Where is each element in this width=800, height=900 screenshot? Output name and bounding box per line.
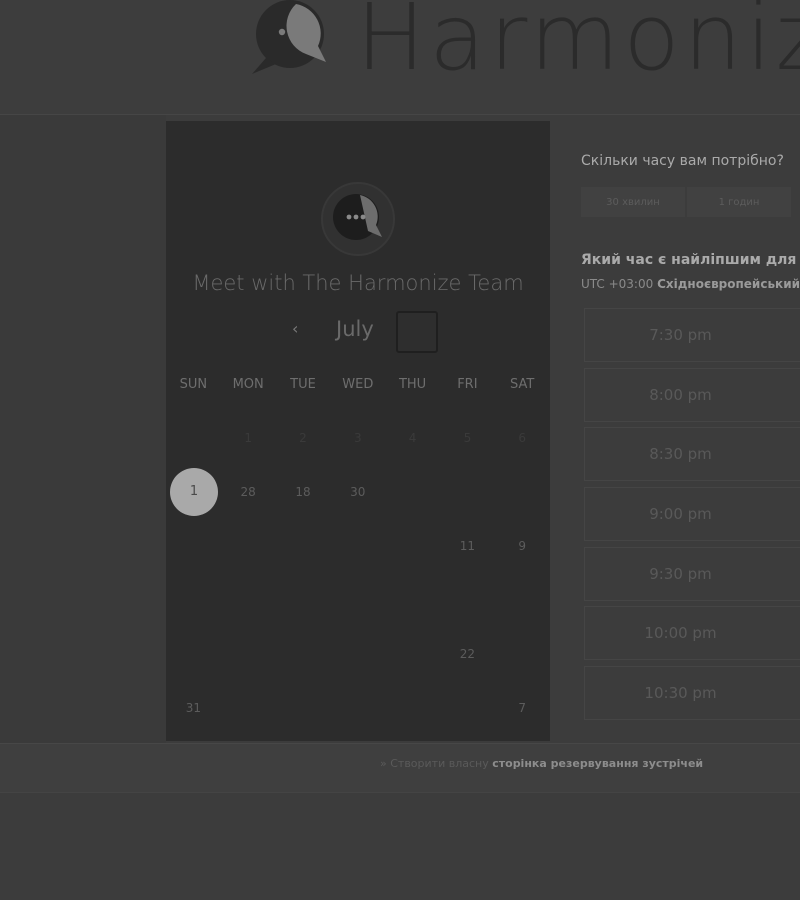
month-label: July [336, 317, 374, 341]
calendar-day[interactable] [166, 411, 221, 465]
double-chevron-icon: » [380, 757, 387, 770]
calendar-day[interactable] [276, 681, 331, 735]
calendar-day[interactable]: 31 [166, 681, 221, 735]
calendar-day[interactable] [221, 519, 276, 573]
calendar-week: 22 [166, 627, 550, 681]
calendar-day[interactable]: 6 [495, 411, 550, 465]
time-slot[interactable]: 9:00 pm [584, 487, 800, 542]
weekday-sun: SUN [179, 377, 208, 392]
calendar-week: 11 9 [166, 519, 550, 573]
calendar-grid: 1 2 3 4 5 6 1 28 18 30 11 9 22 31 7 [166, 411, 550, 735]
calendar-day[interactable] [330, 573, 385, 627]
calendar-day[interactable] [166, 627, 221, 681]
calendar-day[interactable] [166, 519, 221, 573]
calendar-day[interactable] [495, 627, 550, 681]
footer-link-text: сторінка резервування зустрічей [492, 757, 704, 770]
calendar-day-selected[interactable]: 1 [166, 465, 221, 519]
calendar-day[interactable]: 1 [221, 411, 276, 465]
duration-option-1h[interactable]: 1 годин [687, 187, 791, 217]
calendar-day[interactable]: 7 [495, 681, 550, 735]
calendar-day[interactable] [385, 573, 440, 627]
team-avatar-icon [320, 181, 396, 257]
calendar-day[interactable]: 28 [221, 465, 276, 519]
calendar-week: 31 7 [166, 681, 550, 735]
calendar-day[interactable] [276, 627, 331, 681]
weekday-sat: SAT [510, 377, 535, 392]
calendar-day[interactable] [385, 519, 440, 573]
selected-day-marker: 1 [170, 468, 218, 516]
footer-prefix: Створити власну [390, 757, 489, 770]
brand-wordmark: Harmoniz [356, 0, 800, 91]
calendar-day[interactable] [166, 573, 221, 627]
time-question: Який час є найліпшим для ва [581, 252, 800, 268]
timezone-offset: UTC +03:00 [581, 277, 654, 291]
calendar-day[interactable] [495, 465, 550, 519]
calendar-day[interactable] [440, 681, 495, 735]
meeting-title: Meet with The Harmonize Team [192, 271, 524, 295]
calendar-day[interactable] [221, 681, 276, 735]
weekday-thu: THU [398, 377, 427, 392]
left-margin [0, 115, 166, 743]
harmonize-chat-bubble-icon [246, 0, 334, 82]
previous-month-button[interactable]: ‹ [292, 319, 298, 338]
weekday-fri: FRI [457, 377, 478, 392]
calendar-day[interactable] [330, 627, 385, 681]
calendar-day[interactable] [440, 573, 495, 627]
calendar-week: 1 28 18 30 [166, 465, 550, 519]
time-slot[interactable]: 8:00 pm [584, 367, 800, 422]
weekday-wed: WED [342, 377, 374, 392]
calendar-day[interactable] [221, 573, 276, 627]
time-slot[interactable]: 10:00 pm [584, 606, 800, 661]
calendar-day[interactable]: 3 [330, 411, 385, 465]
calendar-day[interactable] [330, 681, 385, 735]
calendar-day[interactable]: 18 [276, 465, 331, 519]
time-slot[interactable]: 7:30 pm [584, 308, 800, 362]
calendar-day[interactable] [385, 465, 440, 519]
weekday-tue: TUE [290, 377, 316, 392]
calendar-panel: Meet with The Harmonize Team ‹ July SUN … [166, 121, 550, 741]
weekday-header: SUN MON TUE WED THU FRI SAT [166, 377, 550, 392]
calendar-day[interactable] [440, 465, 495, 519]
calendar-day[interactable]: 9 [495, 519, 550, 573]
schedule-panel: Скільки часу вам потрібно? 30 хвилин 1 г… [570, 140, 800, 740]
brand-logo[interactable]: Harmoniz [246, 0, 800, 84]
calendar-week [166, 573, 550, 627]
calendar-day[interactable]: 4 [385, 411, 440, 465]
calendar-day[interactable] [330, 519, 385, 573]
calendar-day[interactable]: 2 [276, 411, 331, 465]
time-slot[interactable]: 9:30 pm [584, 546, 800, 601]
calendar-day[interactable]: 5 [440, 411, 495, 465]
timezone-name: Східноєвропейський [657, 277, 800, 291]
calendar-week: 1 2 3 4 5 6 [166, 411, 550, 465]
site-header: Harmoniz [0, 0, 800, 114]
calendar-day[interactable] [385, 681, 440, 735]
timezone-selector[interactable]: UTC +03:00 Східноєвропейський [581, 277, 800, 291]
calendar-day[interactable] [385, 627, 440, 681]
duration-options: 30 хвилин 1 годин [581, 187, 793, 217]
time-slot[interactable]: 10:30 pm [584, 666, 800, 721]
time-slot[interactable]: 8:30 pm [584, 427, 800, 482]
calendar-day[interactable] [276, 573, 331, 627]
next-month-button[interactable] [396, 311, 438, 353]
calendar-day[interactable] [276, 519, 331, 573]
duration-question: Скільки часу вам потрібно? [581, 153, 784, 169]
calendar-day[interactable] [495, 573, 550, 627]
create-booking-page-link[interactable]: » Створити власну сторінка резервування … [380, 757, 703, 770]
calendar-day[interactable]: 30 [330, 465, 385, 519]
calendar-day[interactable]: 22 [440, 627, 495, 681]
weekday-mon: MON [232, 377, 264, 392]
duration-option-30min[interactable]: 30 хвилин [581, 187, 685, 217]
month-navigator: ‹ July [166, 311, 550, 355]
time-slot-list: 7:30 pm 8:00 pm 8:30 pm 9:00 pm 9:30 pm … [584, 308, 800, 726]
calendar-day[interactable]: 11 [440, 519, 495, 573]
calendar-day[interactable] [221, 627, 276, 681]
